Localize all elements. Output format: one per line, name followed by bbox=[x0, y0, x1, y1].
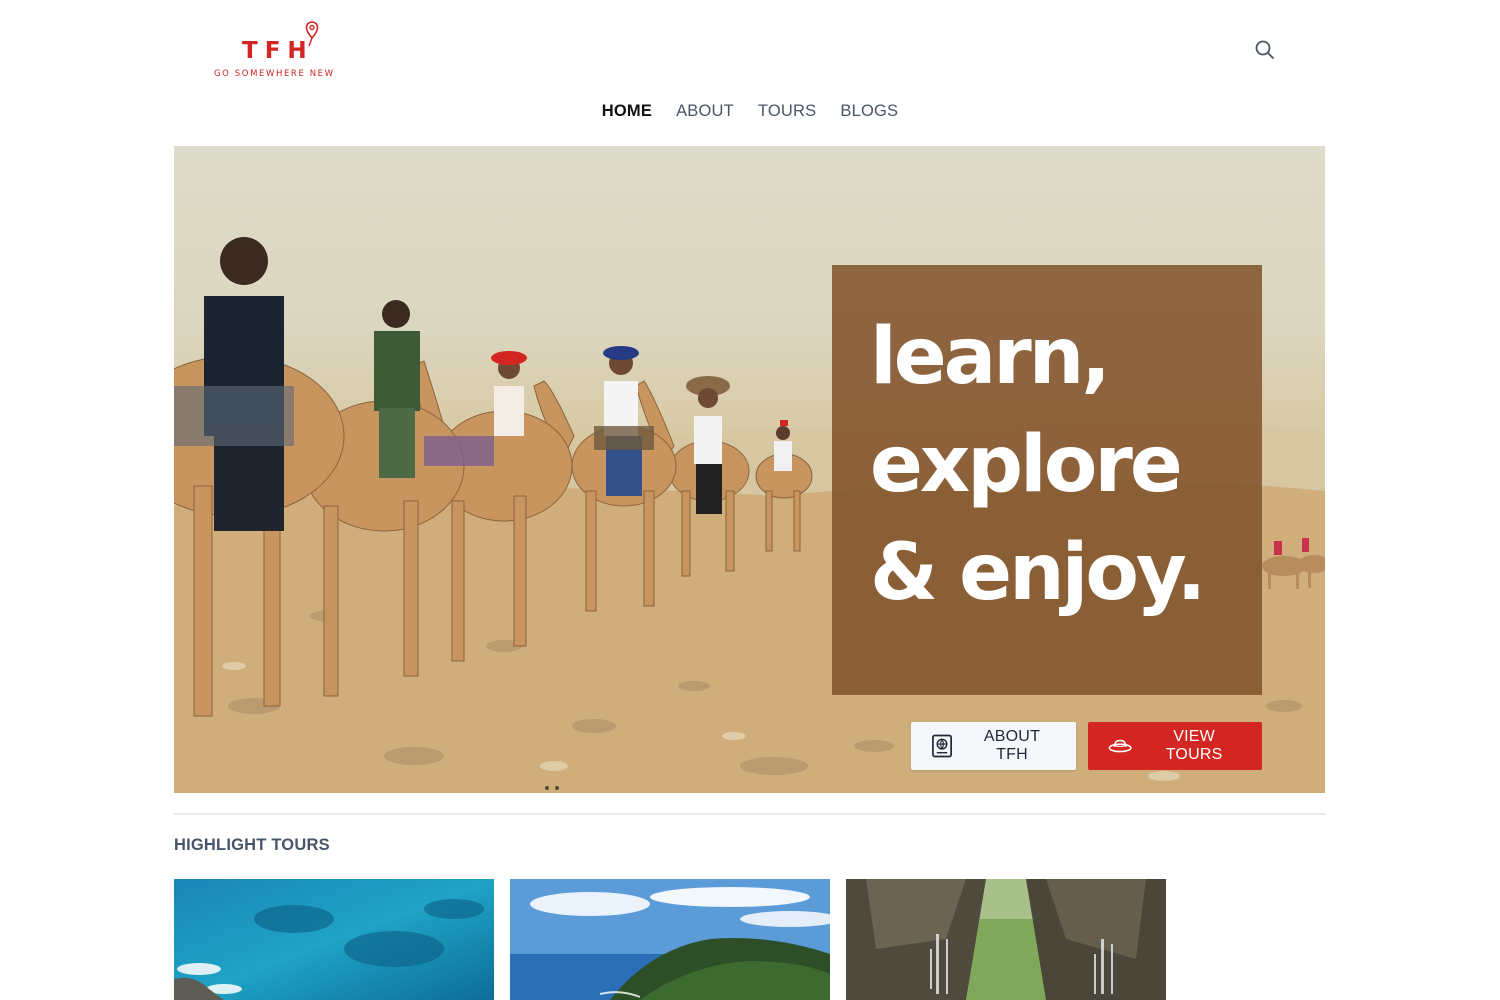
logo-tagline: GO SOMEWHERE NEW bbox=[214, 69, 335, 79]
green-headland-image bbox=[510, 879, 830, 1000]
tour-card[interactable] bbox=[174, 879, 494, 1000]
hero-slider[interactable]: learn, explore & enjoy. ABOUT TFH VIEW T… bbox=[174, 146, 1325, 793]
search-icon bbox=[1255, 40, 1274, 59]
main-nav: HOME ABOUT TOURS BLOGS bbox=[0, 102, 1500, 121]
site-logo[interactable]: TFH GO SOMEWHERE NEW bbox=[212, 18, 336, 82]
nav-blogs[interactable]: BLOGS bbox=[840, 102, 898, 121]
slider-pagination bbox=[545, 786, 559, 790]
search-button[interactable] bbox=[1252, 38, 1278, 64]
slider-dot[interactable] bbox=[545, 786, 549, 790]
view-tours-button[interactable]: VIEW TOURS bbox=[1088, 722, 1262, 770]
hero-headline-line: explore bbox=[870, 420, 1183, 510]
hero-headline-line: & enjoy. bbox=[870, 528, 1206, 618]
nav-home[interactable]: HOME bbox=[602, 102, 652, 121]
highlight-tours-title: HIGHLIGHT TOURS bbox=[174, 836, 330, 854]
nav-tours[interactable]: TOURS bbox=[758, 102, 816, 121]
hero-headline-line: learn, bbox=[870, 312, 1111, 402]
view-tours-label: VIEW TOURS bbox=[1165, 728, 1223, 763]
slider-dot[interactable] bbox=[555, 786, 559, 790]
promo-headline-box: learn, explore & enjoy. bbox=[832, 265, 1262, 695]
tour-card[interactable] bbox=[510, 879, 830, 1000]
hat-icon bbox=[1108, 739, 1132, 753]
about-tfh-button[interactable]: ABOUT TFH bbox=[911, 722, 1076, 770]
hero-headline: learn, explore & enjoy. bbox=[870, 303, 1250, 627]
tour-card[interactable] bbox=[846, 879, 1166, 1000]
section-divider bbox=[174, 813, 1325, 815]
about-tfh-label: ABOUT TFH bbox=[983, 728, 1041, 763]
ocean-coast-image bbox=[174, 879, 494, 1000]
location-pin-icon bbox=[305, 21, 319, 47]
logo-letters: TFH bbox=[242, 38, 314, 64]
nav-about[interactable]: ABOUT bbox=[676, 102, 734, 121]
water-trough-image bbox=[846, 879, 1166, 1000]
passport-icon bbox=[932, 734, 952, 758]
